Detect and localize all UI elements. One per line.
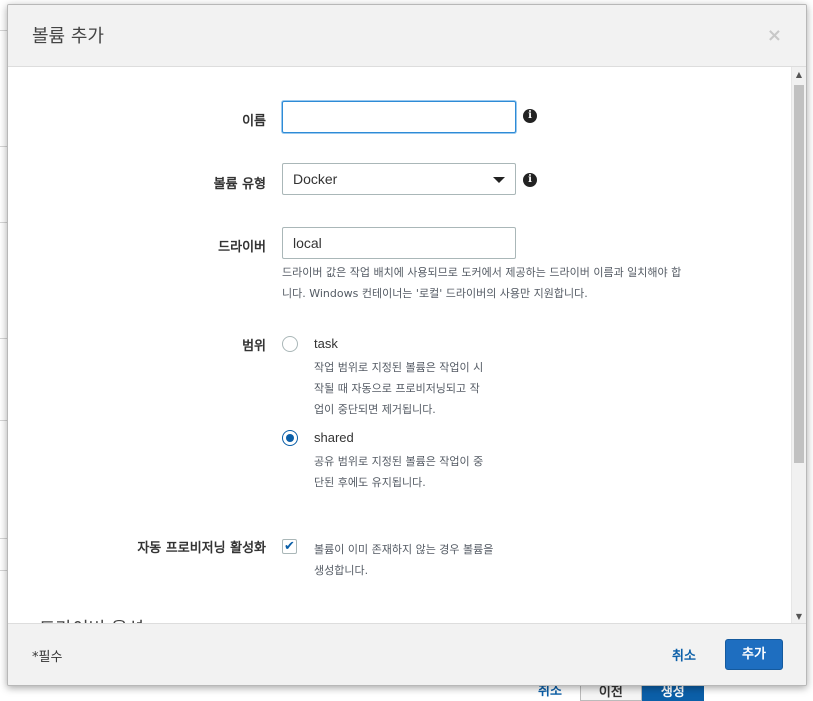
scope-radio-task[interactable] [282,336,298,352]
volume-type-select[interactable]: Docker [282,163,516,195]
scope-option-label: task [314,336,338,351]
help-line: 단된 후에도 유지됩니다. [314,476,426,489]
driver-input[interactable] [282,227,516,259]
scrollbar-thumb[interactable] [794,85,804,463]
driver-label: 드라이버 [218,240,266,255]
volume-type-info-icon[interactable]: i [523,173,537,187]
cancel-button[interactable]: 취소 [672,645,696,664]
dialog-footer: *필수 취소 추가 [8,623,806,685]
help-line: 볼륨이 이미 존재하지 않는 경우 볼륨을 [314,543,494,556]
shared-help-text: 공유 범위로 지정된 볼륨은 작업이 중 단된 후에도 유지됩니다. [314,451,534,493]
help-line: 업이 중단되면 제거됩니다. [314,403,436,416]
volume-type-selected-value: Docker [293,171,338,187]
autoprovision-checkbox[interactable]: ✔ [282,539,297,554]
name-input[interactable] [282,101,516,133]
add-volume-dialog: 볼륨 추가 × 이름 i 볼륨 유형 Docker i 드라이버 드라이버 값은… [7,4,807,686]
driver-help-line: 드라이버 값은 작업 배치에 사용되므로 도커에서 제공하는 드라이버 이름과 … [282,266,682,279]
scope-radio-shared[interactable] [282,430,298,446]
autoprovision-label: 자동 프로비저닝 활성화 [137,541,266,556]
autoprovision-help-text: 볼륨이 이미 존재하지 않는 경우 볼륨을 생성합니다. [314,539,554,581]
task-help-text: 작업 범위로 지정된 볼륨은 작업이 시 작될 때 자동으로 프로비저닝되고 작… [314,357,534,420]
scroll-up-icon[interactable]: ▲ [792,67,806,83]
close-icon[interactable]: × [767,25,782,46]
driver-help-line: 니다. Windows 컨테이너는 '로컬' 드라이버의 사용만 지원합니다. [282,287,588,300]
add-button[interactable]: 추가 [725,639,783,670]
help-line: 생성합니다. [314,564,369,577]
scope-option-label: shared [314,430,354,445]
scope-label: 범위 [242,339,266,354]
name-label: 이름 [242,114,266,129]
required-note: *필수 [32,650,63,665]
dialog-header: 볼륨 추가 × [8,5,806,67]
dialog-scrollbar[interactable]: ▲ ▼ [791,67,806,625]
name-info-icon[interactable]: i [523,109,537,123]
dialog-title: 볼륨 추가 [32,26,104,47]
dialog-body: 이름 i 볼륨 유형 Docker i 드라이버 드라이버 값은 작업 배치에 … [8,67,791,625]
help-line: 공유 범위로 지정된 볼륨은 작업이 중 [314,455,484,468]
help-line: 작될 때 자동으로 프로비저닝되고 작 [314,382,480,395]
chevron-down-icon [493,177,505,183]
volume-type-label: 볼륨 유형 [213,177,266,192]
help-line: 작업 범위로 지정된 볼륨은 작업이 시 [314,361,484,374]
driver-help-text: 드라이버 값은 작업 배치에 사용되므로 도커에서 제공하는 드라이버 이름과 … [282,262,752,304]
